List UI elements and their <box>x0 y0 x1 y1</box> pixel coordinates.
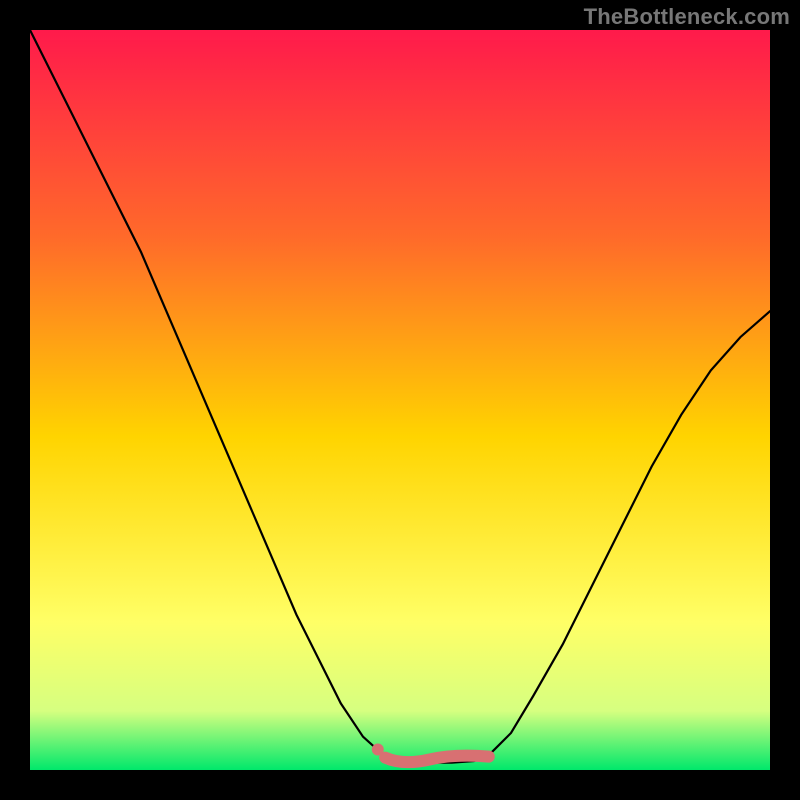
gradient-background <box>30 30 770 770</box>
chart-frame: TheBottleneck.com <box>0 0 800 800</box>
optimal-dot <box>372 744 384 756</box>
plot-area <box>30 30 770 770</box>
optimal-region-marker <box>385 756 489 763</box>
chart-svg <box>30 30 770 770</box>
watermark-text: TheBottleneck.com <box>584 4 790 30</box>
